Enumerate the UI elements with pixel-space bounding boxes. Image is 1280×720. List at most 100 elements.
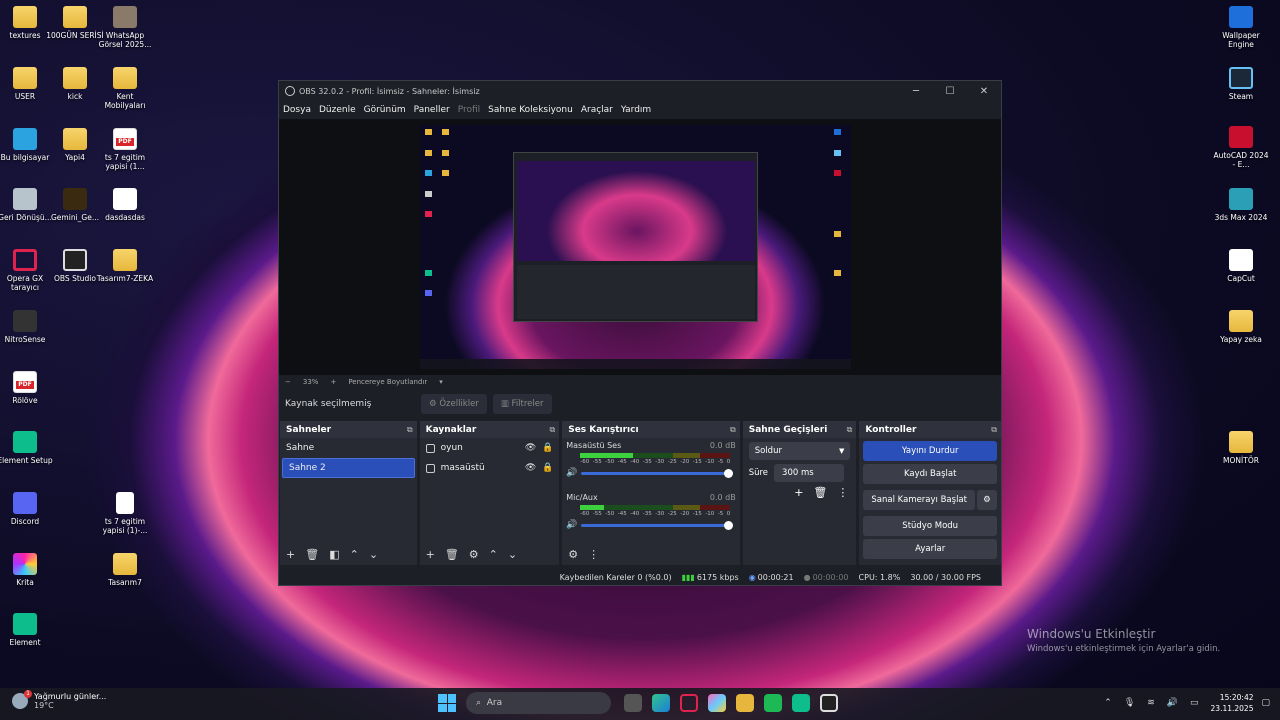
desktop-icon-nitrosense[interactable]: NitroSense <box>0 310 54 344</box>
mixer-settings-icon[interactable]: ⚙ <box>568 548 578 561</box>
element-icon[interactable] <box>792 694 810 712</box>
move-down-button[interactable]: ⌄ <box>508 548 517 561</box>
slider-knob[interactable] <box>724 468 734 478</box>
start-record-button[interactable]: Kaydı Başlat <box>863 464 997 484</box>
volume-icon[interactable]: 🔊 <box>1167 698 1178 708</box>
desktop-icon-steam[interactable]: Steam <box>1212 67 1270 101</box>
desktop-icon-whatsapp-image[interactable]: WhatsApp Görsel 2025... <box>96 6 154 49</box>
clock[interactable]: 15:20:42 23.11.2025 <box>1211 692 1254 714</box>
obs-icon[interactable] <box>820 694 838 712</box>
maximize-button[interactable]: ☐ <box>933 86 967 97</box>
preview-area[interactable] <box>279 119 1001 375</box>
copilot-icon[interactable] <box>708 694 726 712</box>
properties-button[interactable]: ⚙ Özellikler <box>421 394 487 414</box>
studio-mode-button[interactable]: Stüdyo Modu <box>863 516 997 536</box>
spotify-icon[interactable] <box>764 694 782 712</box>
move-up-button[interactable]: ⌃ <box>489 548 498 561</box>
folder-icon <box>13 67 37 89</box>
desktop-icon-ts7-blank[interactable]: ts 7 egitim yapisi (1)-... <box>96 492 154 535</box>
scene-filters-button[interactable]: ◧ <box>329 548 339 561</box>
fit-window-select[interactable]: Pencereye Boyutlandır <box>348 378 427 386</box>
dock-float-icon[interactable]: ⧉ <box>991 425 997 435</box>
zoom-out-button[interactable]: − <box>285 378 291 386</box>
menu-dosya[interactable]: Dosya <box>283 105 311 115</box>
source-settings-button[interactable]: ⚙ <box>469 548 479 561</box>
desktop-icon-autocad[interactable]: AutoCAD 2024 - E... <box>1212 126 1270 169</box>
volume-slider[interactable]: 🔊 <box>566 520 736 530</box>
desktop-icon-capcut[interactable]: CapCut <box>1212 249 1270 283</box>
desktop-icon-dasdasdas[interactable]: dasdasdas <box>96 188 154 222</box>
zoom-in-button[interactable]: + <box>330 378 336 386</box>
menu-sahne-koleksiyonu[interactable]: Sahne Koleksiyonu <box>488 105 573 115</box>
desktop-icon-yapay-zeka[interactable]: Yapay zeka <box>1212 310 1270 344</box>
desktop-icon-krita[interactable]: Krita <box>0 553 54 587</box>
dock-float-icon[interactable]: ⧉ <box>847 425 853 435</box>
minimize-button[interactable]: ─ <box>899 86 933 97</box>
menu-duzenle[interactable]: Düzenle <box>319 105 356 115</box>
desktop-icon-discord[interactable]: Discord <box>0 492 54 526</box>
scene-item-selected[interactable]: Sahne 2 <box>282 458 415 478</box>
add-source-button[interactable]: + <box>426 548 435 561</box>
microphone-icon[interactable]: 🎙 <box>1124 698 1135 708</box>
gear-icon[interactable]: ⚙ <box>976 490 997 510</box>
desktop-icon-monitor[interactable]: MONİTÖR <box>1212 431 1270 465</box>
remove-source-button[interactable]: 🗑 <box>445 548 459 561</box>
taskbar-search[interactable]: ⌕ Ara <box>466 692 611 714</box>
weather-text: Yağmurlu günler... <box>34 692 107 701</box>
stop-stream-button[interactable]: Yayını Durdur <box>863 441 997 461</box>
chevron-down-icon[interactable]: ▾ <box>439 378 443 386</box>
filters-button[interactable]: ▥ Filtreler <box>492 394 552 414</box>
menu-araclar[interactable]: Araçlar <box>581 105 613 115</box>
menu-paneller[interactable]: Paneller <box>414 105 450 115</box>
move-down-button[interactable]: ⌄ <box>369 548 378 561</box>
speaker-icon[interactable]: 🔊 <box>566 468 577 478</box>
virtual-cam-button[interactable]: Sanal Kamerayı Başlat <box>863 490 975 510</box>
menu-gorunum[interactable]: Görünüm <box>364 105 406 115</box>
edge-icon[interactable] <box>652 694 670 712</box>
desktop-icon-element[interactable]: Element <box>0 613 54 647</box>
obs-titlebar[interactable]: OBS 32.0.2 - Profil: İsimsiz - Sahneler:… <box>279 81 1001 101</box>
desktop-icon-kent[interactable]: Kent Mobilyaları <box>96 67 154 110</box>
weather-widget[interactable]: 1 Yağmurlu günler... 19°C <box>12 690 107 710</box>
menu-yardim[interactable]: Yardım <box>621 105 651 115</box>
dock-float-icon[interactable]: ⧉ <box>407 425 413 435</box>
settings-button[interactable]: Ayarlar <box>863 539 997 559</box>
speaker-icon[interactable]: 🔊 <box>566 520 577 530</box>
slider-knob[interactable] <box>724 520 734 530</box>
opera-gx-icon[interactable] <box>680 694 698 712</box>
scene-item[interactable]: Sahne <box>280 438 417 458</box>
dock-float-icon[interactable]: ⧉ <box>550 425 556 435</box>
desktop-icon-ts7-pdf[interactable]: ts 7 egitim yapisi (1... <box>96 128 154 171</box>
start-button[interactable] <box>438 694 456 712</box>
add-transition-button[interactable]: + <box>794 486 803 499</box>
eye-icon[interactable]: 👁 🔒 <box>525 443 553 453</box>
source-item[interactable]: masaüstü 👁 🔒 <box>420 458 560 478</box>
desktop-icon-wallpaper-engine[interactable]: Wallpaper Engine <box>1212 6 1270 49</box>
move-up-button[interactable]: ⌃ <box>350 548 359 561</box>
eye-icon[interactable]: 👁 🔒 <box>525 463 553 473</box>
channel-db: 0.0 dB <box>709 493 736 502</box>
remove-transition-button[interactable]: 🗑 <box>813 486 827 499</box>
remove-scene-button[interactable]: 🗑 <box>305 548 319 561</box>
desktop-icon-tasarim7-zeka[interactable]: Tasarım7-ZEKA <box>96 249 154 283</box>
volume-slider[interactable]: 🔊 <box>566 468 736 478</box>
desktop-icon-rolove[interactable]: Rölöve <box>0 371 54 405</box>
close-button[interactable]: ✕ <box>967 86 1001 97</box>
more-options-icon[interactable]: ⋮ <box>588 548 599 561</box>
notification-icon[interactable]: ▢ <box>1261 698 1270 708</box>
wifi-icon[interactable]: ≋ <box>1147 698 1155 708</box>
desktop-icon-element-setup[interactable]: Element Setup <box>0 431 54 465</box>
more-options-icon[interactable]: ⋮ <box>837 486 848 499</box>
task-view-icon[interactable] <box>624 694 642 712</box>
duration-input[interactable]: 300 ms <box>774 464 845 482</box>
desktop-icon-3dsmax[interactable]: 3ds Max 2024 <box>1212 188 1270 222</box>
chevron-up-icon[interactable]: ⌃ <box>1104 698 1112 708</box>
source-item[interactable]: oyun 👁 🔒 <box>420 438 560 458</box>
desktop-icon-tasarim7[interactable]: Tasarım7 <box>96 553 154 587</box>
add-scene-button[interactable]: + <box>286 548 295 561</box>
menu-profil[interactable]: Profil <box>458 105 480 115</box>
transition-select[interactable]: Soldur ▼ <box>748 442 851 460</box>
battery-icon[interactable]: ▭ <box>1190 698 1199 708</box>
file-explorer-icon[interactable] <box>736 694 754 712</box>
dock-float-icon[interactable]: ⧉ <box>730 425 736 435</box>
